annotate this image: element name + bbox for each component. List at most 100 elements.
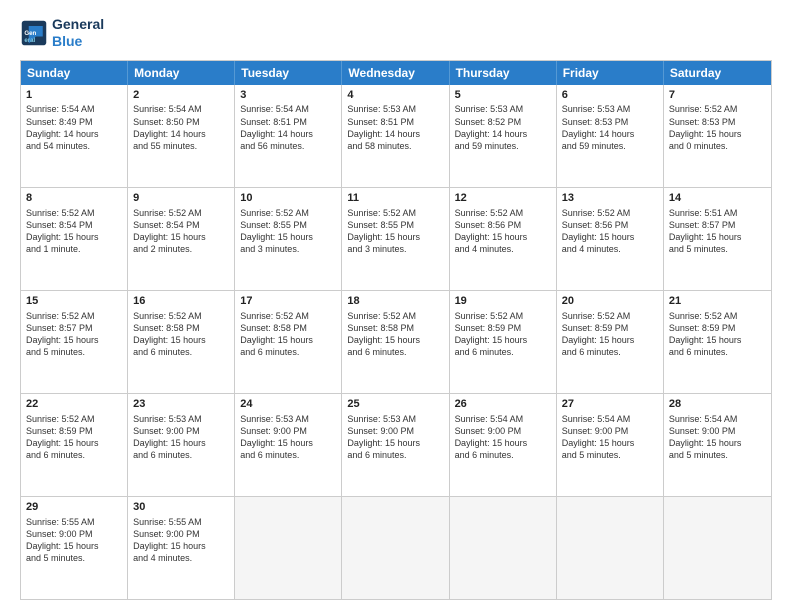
- sunrise: Sunrise: 5:52 AM: [347, 208, 416, 218]
- day-number: 4: [347, 88, 443, 103]
- calendar-cell: 26Sunrise: 5:54 AMSunset: 9:00 PMDayligh…: [450, 394, 557, 496]
- calendar-cell: 11Sunrise: 5:52 AMSunset: 8:55 PMDayligh…: [342, 188, 449, 290]
- day-number: 24: [240, 397, 336, 412]
- logo: Gen eral General Blue: [20, 16, 104, 50]
- day-number: 17: [240, 294, 336, 309]
- sunset: Sunset: 8:54 PM: [26, 220, 93, 230]
- daylight: Daylight: 15 hoursand 3 minutes.: [240, 232, 313, 254]
- sunrise: Sunrise: 5:52 AM: [669, 311, 738, 321]
- day-number: 22: [26, 397, 122, 412]
- calendar-week-row: 29Sunrise: 5:55 AMSunset: 9:00 PMDayligh…: [21, 496, 771, 599]
- sunset: Sunset: 8:57 PM: [669, 220, 736, 230]
- daylight: Daylight: 15 hoursand 2 minutes.: [133, 232, 206, 254]
- sunset: Sunset: 8:58 PM: [240, 323, 307, 333]
- day-number: 21: [669, 294, 766, 309]
- calendar-week-row: 1Sunrise: 5:54 AMSunset: 8:49 PMDaylight…: [21, 85, 771, 187]
- calendar-cell: 3Sunrise: 5:54 AMSunset: 8:51 PMDaylight…: [235, 85, 342, 187]
- sunset: Sunset: 8:51 PM: [347, 117, 414, 127]
- calendar-cell: 12 Sunrise: 5:52 AM Sunset: 8:56 PM Dayligh…: [450, 188, 557, 290]
- sunrise: Sunrise: 5:52 AM: [26, 311, 95, 321]
- calendar-cell: 18Sunrise: 5:52 AMSunset: 8:58 PMDayligh…: [342, 291, 449, 393]
- day-of-week-header: Saturday: [664, 61, 771, 85]
- calendar-cell: 29Sunrise: 5:55 AMSunset: 9:00 PMDayligh…: [21, 497, 128, 599]
- day-of-week-header: Thursday: [450, 61, 557, 85]
- daylight: Daylight: 15 hoursand 6 minutes.: [562, 335, 635, 357]
- day-of-week-header: Friday: [557, 61, 664, 85]
- sunrise: Sunrise: 5:55 AM: [26, 517, 95, 527]
- sunrise: Sunrise: 5:54 AM: [669, 414, 738, 424]
- daylight: Daylight: 14 hoursand 55 minutes.: [133, 129, 206, 151]
- calendar-cell: 19Sunrise: 5:52 AMSunset: 8:59 PMDayligh…: [450, 291, 557, 393]
- daylight: Daylight: 15 hoursand 6 minutes.: [26, 438, 99, 460]
- daylight: Daylight: 15 hoursand 5 minutes.: [669, 232, 742, 254]
- daylight: Daylight: 15 hoursand 1 minute.: [26, 232, 99, 254]
- day-number: 15: [26, 294, 122, 309]
- calendar-body: 1Sunrise: 5:54 AMSunset: 8:49 PMDaylight…: [21, 85, 771, 599]
- day-number: 14: [669, 191, 766, 206]
- sunrise: Sunrise: 5:51 AM: [669, 208, 738, 218]
- sunrise: Sunrise: 5:52 AM: [240, 208, 309, 218]
- sunset: Sunset: 8:50 PM: [133, 117, 200, 127]
- sunset: Sunset: 9:00 PM: [240, 426, 307, 436]
- daylight: Daylight: 15 hoursand 6 minutes.: [347, 438, 420, 460]
- calendar-cell: 17Sunrise: 5:52 AMSunset: 8:58 PMDayligh…: [235, 291, 342, 393]
- day-number: 7: [669, 88, 766, 103]
- sunset: Sunset: 9:00 PM: [669, 426, 736, 436]
- sunset: Sunset: 8:55 PM: [240, 220, 307, 230]
- day-of-week-header: Wednesday: [342, 61, 449, 85]
- daylight: Daylight: 14 hoursand 58 minutes.: [347, 129, 420, 151]
- sunrise: Sunrise: 5:52 AM: [669, 104, 738, 114]
- calendar-cell: 21Sunrise: 5:52 AMSunset: 8:59 PMDayligh…: [664, 291, 771, 393]
- day-number: 12: [455, 191, 551, 206]
- calendar-cell: [557, 497, 664, 599]
- day-number: 28: [669, 397, 766, 412]
- sunset: Sunset: 8:59 PM: [562, 323, 629, 333]
- sunrise: Sunrise: 5:53 AM: [133, 414, 202, 424]
- daylight: Daylight: 15 hoursand 6 minutes.: [669, 335, 742, 357]
- day-number: 25: [347, 397, 443, 412]
- sunset: Sunset: 8:53 PM: [669, 117, 736, 127]
- calendar-week-row: 22Sunrise: 5:52 AMSunset: 8:59 PMDayligh…: [21, 393, 771, 496]
- daylight: Daylight: 15 hoursand 4 minutes.: [133, 541, 206, 563]
- calendar: SundayMondayTuesdayWednesdayThursdayFrid…: [20, 60, 772, 600]
- daylight: Daylight: 15 hoursand 6 minutes.: [133, 335, 206, 357]
- daylight: Daylight: 15 hoursand 6 minutes.: [455, 335, 528, 357]
- sunrise: Sunrise: 5:53 AM: [562, 104, 631, 114]
- sunset: Sunset: 8:56 PM: [455, 220, 522, 230]
- sunset: Sunset: 9:00 PM: [347, 426, 414, 436]
- day-of-week-header: Sunday: [21, 61, 128, 85]
- daylight: Daylight: 15 hoursand 5 minutes.: [562, 438, 635, 460]
- sunrise: Sunrise: 5:54 AM: [133, 104, 202, 114]
- sunset: Sunset: 8:51 PM: [240, 117, 307, 127]
- sunrise: Sunrise: 5:54 AM: [240, 104, 309, 114]
- calendar-cell: 28 Sunrise: 5:54 AM Sunset: 9:00 PM Dayligh…: [664, 394, 771, 496]
- sunrise: Sunrise: 5:52 AM: [26, 414, 95, 424]
- day-of-week-header: Tuesday: [235, 61, 342, 85]
- sunset: Sunset: 8:49 PM: [26, 117, 93, 127]
- calendar-cell: 7Sunrise: 5:52 AMSunset: 8:53 PMDaylight…: [664, 85, 771, 187]
- day-of-week-header: Monday: [128, 61, 235, 85]
- sunset: Sunset: 9:00 PM: [133, 426, 200, 436]
- calendar-cell: 23Sunrise: 5:53 AMSunset: 9:00 PMDayligh…: [128, 394, 235, 496]
- daylight: Daylight: 15 hoursand 5 minutes.: [669, 438, 742, 460]
- calendar-cell: 6Sunrise: 5:53 AMSunset: 8:53 PMDaylight…: [557, 85, 664, 187]
- sunrise: Sunrise: 5:52 AM: [26, 208, 95, 218]
- calendar-cell: 2Sunrise: 5:54 AM Sunset: 8:50 PM Daylight…: [128, 85, 235, 187]
- daylight: Daylight: 15 hoursand 5 minutes.: [26, 541, 99, 563]
- calendar-cell: 14 Sunrise: 5:51 AM Sunset: 8:57 PM Dayligh…: [664, 188, 771, 290]
- day-number: 2: [133, 88, 229, 103]
- calendar-cell: 20Sunrise: 5:52 AMSunset: 8:59 PMDayligh…: [557, 291, 664, 393]
- day-number: 30: [133, 500, 229, 515]
- daylight: Daylight: 14 hoursand 54 minutes.: [26, 129, 99, 151]
- svg-text:eral: eral: [24, 37, 35, 44]
- calendar-cell: 13Sunrise: 5:52 AMSunset: 8:56 PMDayligh…: [557, 188, 664, 290]
- sunset: Sunset: 9:00 PM: [455, 426, 522, 436]
- calendar-header: SundayMondayTuesdayWednesdayThursdayFrid…: [21, 61, 771, 85]
- daylight: Daylight: 15 hoursand 4 minutes.: [455, 232, 528, 254]
- day-number: 9: [133, 191, 229, 206]
- calendar-cell: [342, 497, 449, 599]
- sunrise: Sunrise: 5:52 AM: [455, 208, 524, 218]
- day-number: 18: [347, 294, 443, 309]
- sunset: Sunset: 8:57 PM: [26, 323, 93, 333]
- sunrise: Sunrise: 5:53 AM: [347, 414, 416, 424]
